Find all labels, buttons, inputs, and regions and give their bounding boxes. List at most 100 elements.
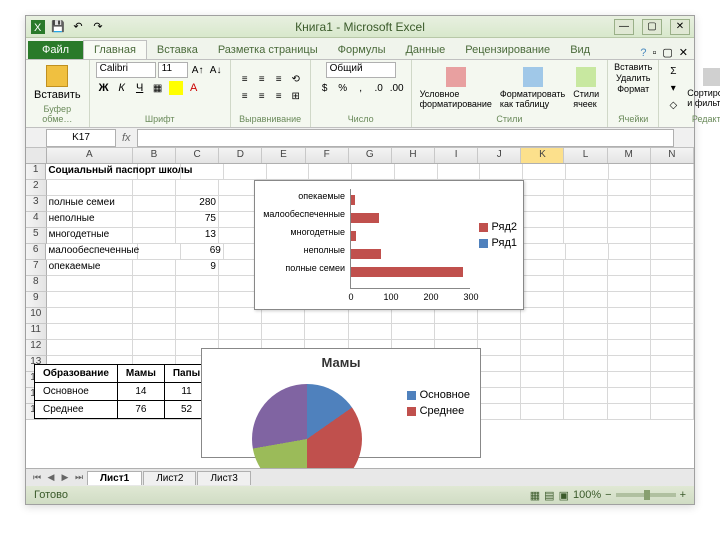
cell[interactable] — [651, 164, 694, 180]
cell[interactable] — [267, 164, 310, 180]
tab-formulas[interactable]: Формулы — [328, 41, 396, 59]
tab-nav-next-icon[interactable]: ▶ — [58, 471, 72, 485]
cell[interactable] — [133, 228, 176, 244]
cell[interactable] — [224, 164, 267, 180]
cell[interactable] — [133, 212, 176, 228]
cell[interactable]: 13 — [176, 228, 219, 244]
cell[interactable] — [133, 340, 176, 356]
row-header[interactable]: 5 — [26, 228, 47, 244]
col-header[interactable]: C — [176, 148, 219, 163]
bar-chart[interactable]: 0 100 200 300 опекаемые малообеспеченные… — [254, 180, 524, 310]
cell[interactable] — [651, 196, 694, 212]
row-header[interactable]: 7 — [26, 260, 47, 276]
cell[interactable] — [651, 244, 694, 260]
cell[interactable] — [521, 196, 564, 212]
cell[interactable] — [478, 404, 521, 420]
cell[interactable]: многодетные — [47, 228, 133, 244]
cell[interactable] — [564, 388, 607, 404]
cell[interactable] — [305, 308, 348, 324]
tab-home[interactable]: Главная — [83, 40, 147, 59]
fx-icon[interactable]: fx — [122, 132, 131, 144]
bold-button[interactable]: Ж — [96, 80, 112, 96]
cell[interactable]: 69 — [181, 244, 224, 260]
cell[interactable] — [608, 292, 651, 308]
cell[interactable] — [478, 356, 521, 372]
cell[interactable] — [47, 180, 133, 196]
cell[interactable] — [608, 404, 651, 420]
cell[interactable] — [608, 340, 651, 356]
cell[interactable] — [521, 180, 564, 196]
close-button[interactable]: ✕ — [670, 19, 690, 35]
cell[interactable] — [651, 356, 694, 372]
cell[interactable]: 9 — [176, 260, 219, 276]
cell[interactable]: полные семеи — [47, 196, 133, 212]
maximize-button[interactable]: ▢ — [642, 19, 662, 35]
fill-color-icon[interactable] — [168, 80, 184, 96]
zoom-in-icon[interactable]: + — [680, 489, 686, 501]
align-left-icon[interactable]: ≡ — [237, 89, 253, 105]
underline-button[interactable]: Ч — [132, 80, 148, 96]
paste-button[interactable]: Вставить — [32, 63, 83, 103]
row-header[interactable]: 11 — [26, 324, 47, 340]
cell[interactable] — [651, 228, 694, 244]
cell[interactable] — [523, 244, 566, 260]
align-right-icon[interactable]: ≡ — [271, 89, 287, 105]
cell[interactable] — [523, 164, 566, 180]
tab-nav-first-icon[interactable]: ⏮ — [30, 471, 44, 485]
col-header[interactable]: H — [392, 148, 435, 163]
col-header[interactable]: E — [262, 148, 305, 163]
cell[interactable] — [564, 308, 607, 324]
align-mid-icon[interactable]: ≡ — [254, 72, 270, 88]
cell[interactable] — [219, 324, 262, 340]
row-header[interactable]: 4 — [26, 212, 47, 228]
font-size-select[interactable]: 11 — [158, 62, 188, 78]
excel-icon[interactable]: X — [30, 19, 46, 35]
cell[interactable] — [176, 180, 219, 196]
cell[interactable] — [651, 308, 694, 324]
cell[interactable] — [352, 164, 395, 180]
cell[interactable] — [608, 308, 651, 324]
currency-icon[interactable]: $ — [317, 80, 333, 96]
cell[interactable] — [521, 372, 564, 388]
shrink-font-icon[interactable]: A↓ — [208, 62, 224, 78]
cell[interactable] — [651, 276, 694, 292]
view-normal-icon[interactable]: ▦ — [530, 489, 540, 502]
row-header[interactable]: 1 — [26, 164, 46, 180]
format-cells-button[interactable]: Формат — [617, 84, 649, 94]
cell[interactable] — [608, 276, 651, 292]
zoom-out-icon[interactable]: − — [605, 489, 611, 501]
cell[interactable] — [609, 164, 652, 180]
cell[interactable]: 75 — [176, 212, 219, 228]
help-icon[interactable]: ? — [640, 47, 646, 59]
cell[interactable] — [349, 324, 392, 340]
cell[interactable] — [566, 244, 609, 260]
minimize-ribbon-icon[interactable]: ▫ — [652, 47, 656, 59]
cell[interactable] — [564, 228, 607, 244]
dec-dec-icon[interactable]: .00 — [389, 80, 405, 96]
cell[interactable] — [608, 324, 651, 340]
cell[interactable] — [608, 260, 651, 276]
sort-filter-button[interactable]: Сортировка и фильтр — [685, 66, 720, 110]
cell[interactable] — [478, 388, 521, 404]
cell[interactable] — [176, 308, 219, 324]
cell[interactable] — [608, 388, 651, 404]
cell[interactable] — [478, 372, 521, 388]
row-header[interactable]: 12 — [26, 340, 47, 356]
pie-chart[interactable]: Мамы Основное Среднее — [201, 348, 481, 458]
tab-file[interactable]: Файл — [28, 41, 83, 59]
cell[interactable] — [478, 308, 521, 324]
cell[interactable] — [181, 164, 224, 180]
cell[interactable] — [608, 372, 651, 388]
cell[interactable] — [521, 308, 564, 324]
row-header[interactable]: 6 — [26, 244, 46, 260]
cell[interactable] — [478, 324, 521, 340]
cell[interactable] — [133, 292, 176, 308]
cell[interactable] — [47, 308, 133, 324]
cell[interactable] — [564, 292, 607, 308]
cell[interactable] — [133, 196, 176, 212]
col-header[interactable]: A — [47, 148, 133, 163]
grow-font-icon[interactable]: A↑ — [190, 62, 206, 78]
col-header[interactable]: I — [435, 148, 478, 163]
col-header[interactable]: L — [564, 148, 607, 163]
cell[interactable] — [521, 292, 564, 308]
